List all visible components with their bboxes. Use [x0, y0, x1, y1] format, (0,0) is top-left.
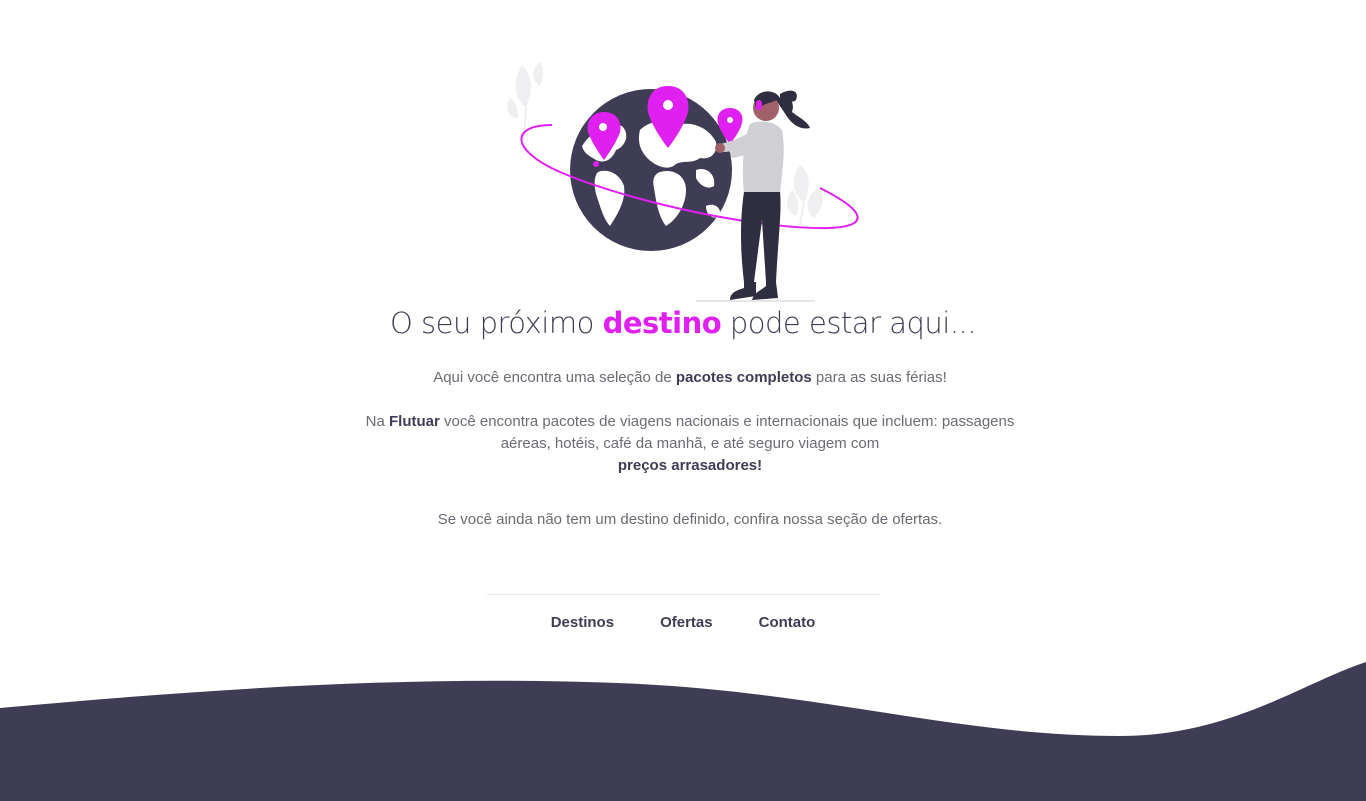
headline-suffix: pode estar aqui...: [729, 306, 977, 340]
intro-text-after: para as suas férias!: [815, 369, 947, 386]
details-prefix: Na: [365, 413, 385, 430]
headline-prefix: O seu próximo: [390, 306, 594, 340]
leaf-decoration-icon: [507, 62, 543, 141]
footer-link-destinos[interactable]: Destinos: [551, 613, 614, 633]
brand-name: Flutuar: [388, 413, 440, 430]
footer-wave-shape: [0, 662, 1366, 801]
offers-note: Se você ainda não tem um destino definid…: [437, 511, 943, 528]
footer-link-contato[interactable]: Contato: [759, 613, 816, 633]
footer-divider: [487, 594, 880, 595]
intro-text-before: Aqui você encontra uma seleção de: [433, 369, 672, 386]
intro-bold-text: pacotes completos: [675, 369, 812, 386]
intro-paragraph: Aqui você encontra uma seleção de pacote…: [360, 367, 1020, 389]
headline-highlight: destino: [602, 306, 722, 340]
plant-decoration-icon: [787, 165, 823, 226]
page-title: O seu próximo destino pode estar aqui...: [0, 306, 1366, 340]
details-body: você encontra pacotes de viagens naciona…: [444, 413, 1015, 452]
details-bold-text: preços arrasadores!: [617, 457, 763, 474]
footer-nav: Destinos Ofertas Contato: [0, 613, 1366, 633]
page: O seu próximo destino pode estar aqui...…: [0, 0, 1366, 801]
travel-globe-illustration: [507, 62, 859, 302]
details-paragraph: Na Flutuar você encontra pacotes de viag…: [360, 411, 1020, 477]
footer-link-ofertas[interactable]: Ofertas: [660, 613, 713, 633]
